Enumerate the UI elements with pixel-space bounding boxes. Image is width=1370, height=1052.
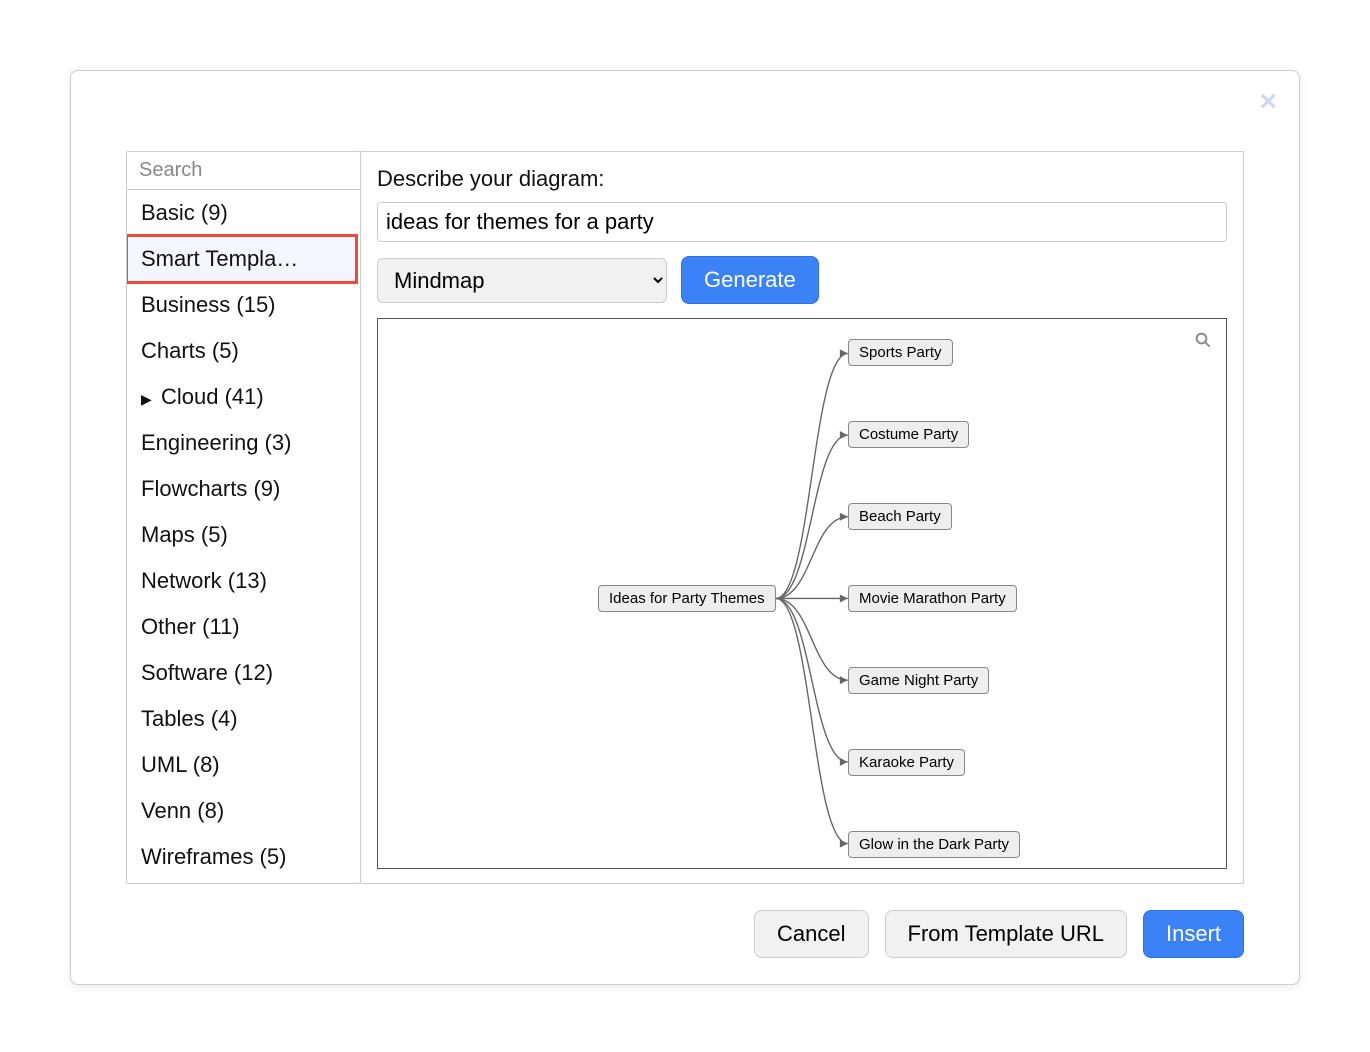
category-item[interactable]: ▶ Cloud (41) (127, 374, 356, 420)
category-item[interactable]: UML (8) (127, 742, 356, 788)
dialog-footer: Cancel From Template URL Insert (754, 910, 1244, 958)
category-item[interactable]: Maps (5) (127, 512, 356, 558)
category-sidebar: Basic (9) Smart Templa… Business (15) Chart… (126, 151, 361, 884)
category-label: Network (13) (141, 568, 267, 593)
category-label: Venn (8) (141, 798, 224, 823)
category-label: Software (12) (141, 660, 273, 685)
mindmap-child-node[interactable]: Beach Party (848, 503, 952, 530)
category-list[interactable]: Basic (9) Smart Templa… Business (15) Chart… (127, 190, 360, 883)
mindmap-connectors (378, 319, 1226, 868)
controls-row: Mindmap Generate (377, 256, 1227, 304)
cancel-button[interactable]: Cancel (754, 910, 868, 958)
main-panel: Describe your diagram: Mindmap Generate … (361, 151, 1244, 884)
category-item[interactable]: Flowcharts (9) (127, 466, 356, 512)
category-label: Flowcharts (9) (141, 476, 280, 501)
category-item[interactable]: Basic (9) (127, 190, 356, 236)
category-label: Maps (5) (141, 522, 228, 547)
category-label: Basic (9) (141, 200, 228, 225)
category-label: UML (8) (141, 752, 220, 777)
mindmap-child-node[interactable]: Glow in the Dark Party (848, 831, 1020, 858)
mindmap-root-node[interactable]: Ideas for Party Themes (598, 585, 776, 612)
diagram-type-select[interactable]: Mindmap (377, 258, 667, 303)
category-item[interactable]: Engineering (3) (127, 420, 356, 466)
category-item[interactable]: Wireframes (5) (127, 834, 356, 880)
category-item[interactable]: Smart Templa… (127, 236, 356, 282)
diagram-preview[interactable]: Ideas for Party Themes Sports Party Costum… (377, 318, 1227, 869)
mindmap-child-node[interactable]: Game Night Party (848, 667, 989, 694)
category-item[interactable]: Venn (8) (127, 788, 356, 834)
category-label: Engineering (3) (141, 430, 291, 455)
category-label: Tables (4) (141, 706, 238, 731)
close-icon[interactable]: × (1259, 87, 1277, 117)
category-label: Cloud (41) (161, 384, 264, 409)
zoom-icon[interactable] (1194, 331, 1212, 349)
expand-arrow-icon[interactable]: ▶ (141, 391, 155, 408)
template-dialog: × Basic (9) Smart Templa… Business (15) Cha… (70, 70, 1300, 985)
generate-button[interactable]: Generate (681, 256, 819, 304)
search-input[interactable] (137, 158, 361, 183)
from-template-url-button[interactable]: From Template URL (885, 910, 1127, 958)
category-label: Charts (5) (141, 338, 239, 363)
category-label: Wireframes (5) (141, 844, 286, 869)
category-label: Other (11) (141, 614, 240, 639)
dialog-body: Basic (9) Smart Templa… Business (15) Chart… (126, 151, 1244, 884)
description-input[interactable] (377, 202, 1227, 242)
category-item[interactable]: Tables (4) (127, 696, 356, 742)
category-item[interactable]: Software (12) (127, 650, 356, 696)
search-row (127, 152, 360, 190)
category-item[interactable]: Business (15) (127, 282, 356, 328)
describe-label: Describe your diagram: (377, 166, 1227, 192)
insert-button[interactable]: Insert (1143, 910, 1244, 958)
category-item[interactable]: Network (13) (127, 558, 356, 604)
category-label: Smart Templa… (141, 246, 298, 271)
mindmap-child-node[interactable]: Sports Party (848, 339, 953, 366)
mindmap-child-node[interactable]: Karaoke Party (848, 749, 965, 776)
category-item[interactable]: Charts (5) (127, 328, 356, 374)
category-label: Business (15) (141, 292, 276, 317)
category-item[interactable]: Other (11) (127, 604, 356, 650)
mindmap-child-node[interactable]: Costume Party (848, 421, 969, 448)
mindmap-child-node[interactable]: Movie Marathon Party (848, 585, 1017, 612)
